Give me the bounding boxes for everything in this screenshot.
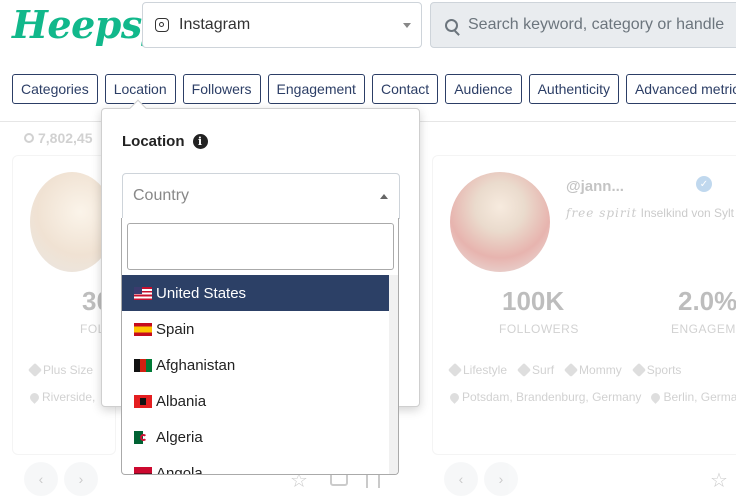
af-flag-icon [134,358,152,372]
country-option-albania[interactable]: Albania [122,383,390,419]
country-option-angola[interactable]: Angola [122,455,390,474]
ao-flag-icon [134,466,152,474]
category-tag[interactable]: Mommy [563,362,622,378]
country-placeholder: Country [133,187,190,204]
card-locations: Potsdam, Brandenburg, Germany Berlin, Ge… [448,390,736,404]
verified-icon: ✓ [696,176,712,192]
heepsy-logo[interactable]: Heepsy [12,2,164,47]
filter-contact[interactable]: Contact [371,74,439,104]
filter-audience[interactable]: Audience [445,74,522,104]
prev-button[interactable]: ‹ [444,462,478,496]
filter-advanced-metrics[interactable]: Advanced metrics [625,74,736,104]
engagement-label: ENGAGEME [671,322,736,336]
search-placeholder: Search keyword, category or handle [468,16,725,33]
country-search-input[interactable] [127,223,394,270]
platform-select[interactable]: Instagram [142,2,422,48]
location-tag: Berlin, Germa [649,390,736,404]
next-button[interactable]: › [64,462,98,496]
search-icon [445,18,460,36]
influencer-handle[interactable]: @jann... [566,178,624,195]
filter-engagement[interactable]: Engagement [267,74,365,104]
filter-location[interactable]: Location [104,74,176,104]
us-flag-icon [134,286,152,300]
key-icon [24,133,34,143]
platform-select-value: Instagram [179,16,251,33]
filter-followers[interactable]: Followers [182,74,261,104]
country-option-afghanistan[interactable]: Afghanistan [122,347,390,383]
pin-icon [28,390,41,404]
category-tag[interactable]: Sports [631,362,681,378]
category-tag[interactable]: Plus Size [27,362,93,378]
followers-label: FOLLOWERS [499,322,579,336]
chevron-up-icon [380,194,388,199]
filter-categories[interactable]: Categories [12,74,98,104]
card-tags: Lifestyle Surf Mommy Sports [447,362,681,378]
country-dropdown: United States Spain Afghanistan Albania … [121,218,399,475]
filter-authenticity[interactable]: Authenticity [528,74,619,104]
star-icon[interactable]: ☆ [710,468,728,493]
influencer-bio: free spirit Inselkind von Sylt [566,206,735,220]
followers-count: 100K [502,286,565,316]
tag-icon [631,362,646,378]
next-button[interactable]: › [484,462,518,496]
country-option-united-states[interactable]: United States [122,275,390,311]
category-tag[interactable]: Lifestyle [447,362,507,378]
country-select[interactable]: Country [122,173,400,219]
location-tag: Riverside, [28,390,95,404]
tag-icon [563,362,579,378]
tag-icon [27,362,43,378]
filter-bar: Categories Location Followers Engagement… [12,74,736,104]
es-flag-icon [134,322,152,336]
location-tag: Potsdam, Brandenburg, Germany [448,390,641,404]
results-count: 7,802,45 [24,130,93,146]
country-option-algeria[interactable]: Algeria [122,419,390,455]
dz-flag-icon [134,430,152,444]
prev-button[interactable]: ‹ [24,462,58,496]
tag-icon [516,362,532,378]
chevron-down-icon [403,23,411,28]
country-options-list: United States Spain Afghanistan Albania … [122,275,390,474]
location-title: Location i [122,133,208,150]
instagram-icon [155,18,169,32]
avatar[interactable] [450,172,550,272]
al-flag-icon [134,394,152,408]
dropdown-scrollbar[interactable] [389,275,398,474]
engagement-rate: 2.0% [678,286,736,316]
tag-icon [447,362,463,378]
country-option-spain[interactable]: Spain [122,311,390,347]
search-input[interactable]: Search keyword, category or handle [430,2,736,48]
pin-icon [649,390,663,404]
pin-icon [448,390,461,404]
info-icon[interactable]: i [192,134,208,149]
category-tag[interactable]: Surf [516,362,554,378]
